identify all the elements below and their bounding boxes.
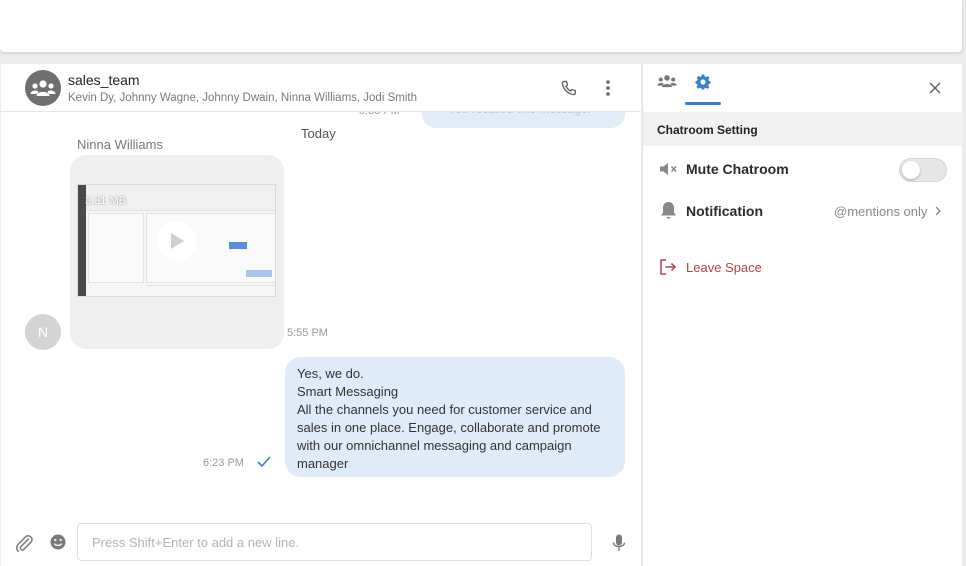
video-file-size: 3.31 MB [85,195,126,207]
message-line: manager [297,456,349,471]
message-line: Smart Messaging [297,384,399,399]
mute-chatroom-toggle[interactable] [899,158,947,182]
toggle-knob [902,161,920,179]
call-button[interactable] [559,78,579,98]
leave-icon[interactable] [659,258,677,276]
play-button[interactable] [157,221,197,261]
chat-header: sales_team Kevin Dy, Johnny Wagne, Johnn… [1,64,641,112]
message-line: sales in one place. Engage, collaborate … [297,420,601,435]
active-tab-indicator [685,102,721,105]
play-icon [171,233,184,249]
avatar[interactable]: N [25,314,61,350]
bell-icon [661,202,676,219]
speaker-muted-icon [660,163,677,175]
panel-tabs [643,64,963,112]
message-sender-name: Ninna Williams [77,137,163,152]
message-composer [1,519,641,566]
notification-label: Notification [686,203,763,219]
microphone-icon[interactable] [610,533,628,553]
chat-title: sales_team [68,72,140,88]
group-icon [657,75,677,88]
message-line: Yes, we do. [297,366,364,381]
close-icon [929,82,941,94]
video-thumbnail[interactable]: 3.31 MB [77,184,276,297]
check-icon [257,456,271,468]
group-icon [30,80,56,96]
message-input[interactable] [77,523,592,561]
message-line: All the channels you need for customer s… [297,402,592,417]
phone-icon [561,80,576,96]
message-time: 6:23 PM [203,457,244,469]
tab-members[interactable] [649,74,685,106]
outgoing-message-bubble: Yes, we do. Smart Messaging All the chan… [285,357,625,477]
top-bar [0,0,962,52]
group-avatar[interactable] [25,70,61,106]
video-message-bubble: 3.31 MB [70,155,284,349]
message-time: 5:55 PM [287,327,328,339]
chatroom-settings-panel: Chatroom Setting Mute Chatroom Notificat… [642,64,963,566]
section-header: Chatroom Setting [643,112,963,146]
message-line: with our omnichannel messaging and campa… [297,438,572,453]
chat-member-list: Kevin Dy, Johnny Wagne, Johnny Dwain, Ni… [68,92,417,104]
more-vertical-icon [606,80,610,96]
mute-chatroom-label: Mute Chatroom [686,161,789,177]
paperclip-icon[interactable] [14,533,34,553]
notification-setting-select[interactable]: @mentions only [834,204,941,219]
gear-icon [695,74,711,90]
emoji-icon[interactable] [49,533,67,551]
chat-area: You recalled this message. 5:53 PM Today… [1,64,641,566]
chevron-right-icon [935,206,941,216]
leave-space-button[interactable]: Leave Space [686,260,762,275]
close-panel-button[interactable] [925,78,945,98]
day-separator: Today [301,126,336,141]
more-options-button[interactable] [598,78,618,98]
notification-value: @mentions only [834,204,928,219]
